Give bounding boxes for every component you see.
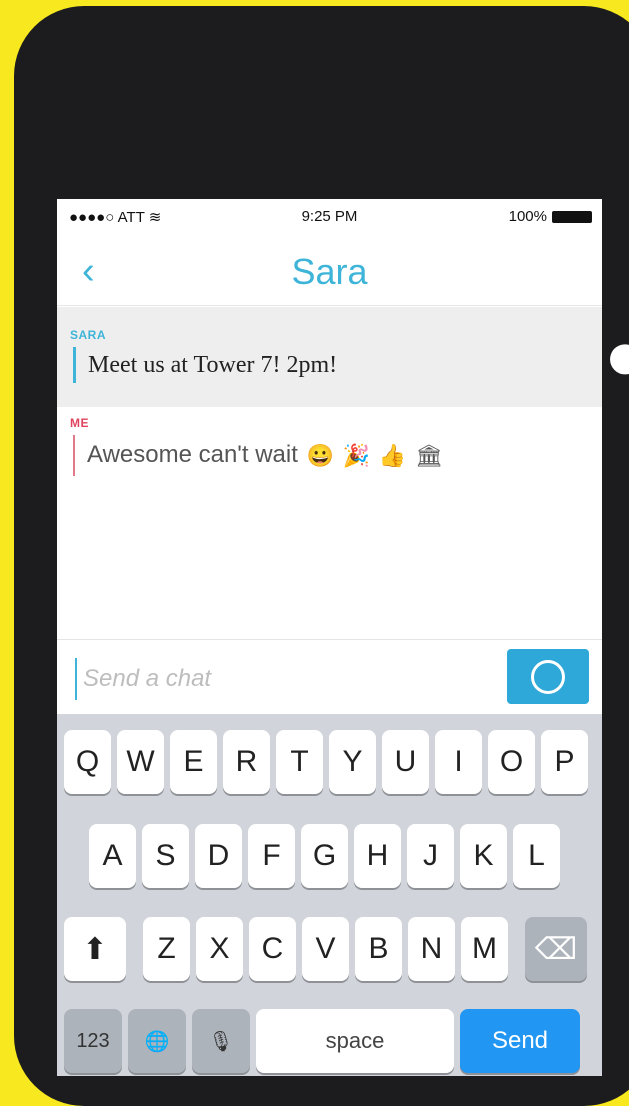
numbers-key[interactable]: 123 xyxy=(64,1009,122,1073)
nav-bar: ‹ Sara xyxy=(57,239,602,306)
screen: ●●●●○ ATT ≋ 9:25 PM 100% ‹ Sara SARA Mee… xyxy=(57,199,602,1076)
keyboard-row-4: 123 🌐 🎙 space Send xyxy=(57,1009,602,1073)
message-me: ME Awesome can't wait 😀 🎉 👍 🏛 xyxy=(57,411,602,501)
key-y[interactable]: Y xyxy=(329,730,376,794)
key-o[interactable]: O xyxy=(488,730,535,794)
camera-shutter-icon xyxy=(531,659,565,694)
status-bar: ●●●●○ ATT ≋ 9:25 PM 100% xyxy=(57,199,602,239)
conversation-title: Sara xyxy=(291,251,368,292)
key-f[interactable]: F xyxy=(248,824,295,888)
key-k[interactable]: K xyxy=(460,824,507,888)
sender-label: ME xyxy=(70,416,89,430)
message-text: Awesome can't wait xyxy=(87,441,298,468)
key-m[interactable]: M xyxy=(461,917,508,981)
camera-button[interactable] xyxy=(507,649,589,704)
keyboard-row-1: Q W E R T Y U I O P xyxy=(57,730,602,794)
key-r[interactable]: R xyxy=(223,730,270,794)
key-i[interactable]: I xyxy=(435,730,482,794)
key-v[interactable]: V xyxy=(302,917,349,981)
shift-icon: ⬆ xyxy=(82,932,108,966)
key-s[interactable]: S xyxy=(142,824,189,888)
key-e[interactable]: E xyxy=(170,730,217,794)
keyboard-row-2: A S D F G H J K L xyxy=(57,824,602,888)
building-icon: 🏛 xyxy=(414,442,443,468)
key-n[interactable]: N xyxy=(408,917,455,981)
key-p[interactable]: P xyxy=(541,730,588,794)
key-l[interactable]: L xyxy=(513,824,560,888)
party-popper-icon: 🎉 xyxy=(342,442,371,468)
keyboard-row-3: ⬆ Z X C V B N M ⌫ xyxy=(57,917,602,981)
composer-bar xyxy=(57,639,602,715)
key-x[interactable]: X xyxy=(196,917,243,981)
mic-key[interactable]: 🎙 xyxy=(192,1009,250,1073)
message-text-wrap: Awesome can't wait 😀 🎉 👍 🏛 xyxy=(73,435,443,476)
battery-label: 100% xyxy=(508,208,547,225)
shift-key[interactable]: ⬆ xyxy=(64,917,126,981)
key-z[interactable]: Z xyxy=(143,917,190,981)
key-j[interactable]: J xyxy=(407,824,454,888)
key-d[interactable]: D xyxy=(195,824,242,888)
message-sara: SARA Meet us at Tower 7! 2pm! xyxy=(57,307,602,407)
key-w[interactable]: W xyxy=(117,730,164,794)
battery-icon xyxy=(552,210,592,223)
battery-indicator: 100% xyxy=(509,208,592,225)
key-c[interactable]: C xyxy=(249,917,296,981)
key-a[interactable]: A xyxy=(89,824,136,888)
delete-key[interactable]: ⌫ xyxy=(525,917,587,981)
grinning-face-icon: 😀 xyxy=(306,442,334,468)
key-g[interactable]: G xyxy=(301,824,348,888)
snapchat-ghost-icon: ● xyxy=(604,316,629,394)
key-q[interactable]: Q xyxy=(64,730,111,794)
key-b[interactable]: B xyxy=(355,917,402,981)
globe-key[interactable]: 🌐 xyxy=(128,1009,186,1073)
key-h[interactable]: H xyxy=(354,824,401,888)
chat-input[interactable] xyxy=(75,658,505,700)
key-t[interactable]: T xyxy=(276,730,323,794)
keyboard: Q W E R T Y U I O P A S D F G H J K L ⬆ … xyxy=(57,714,602,1076)
key-u[interactable]: U xyxy=(382,730,429,794)
thumbs-up-icon: 👍 xyxy=(378,442,407,468)
globe-icon: 🌐 xyxy=(144,1030,170,1053)
backspace-icon: ⌫ xyxy=(534,932,578,966)
message-text: Meet us at Tower 7! 2pm! xyxy=(73,347,337,383)
send-key[interactable]: Send xyxy=(460,1009,580,1073)
sender-label: SARA xyxy=(70,328,107,342)
space-key[interactable]: space xyxy=(256,1009,454,1073)
microphone-icon: 🎙 xyxy=(208,1030,234,1053)
